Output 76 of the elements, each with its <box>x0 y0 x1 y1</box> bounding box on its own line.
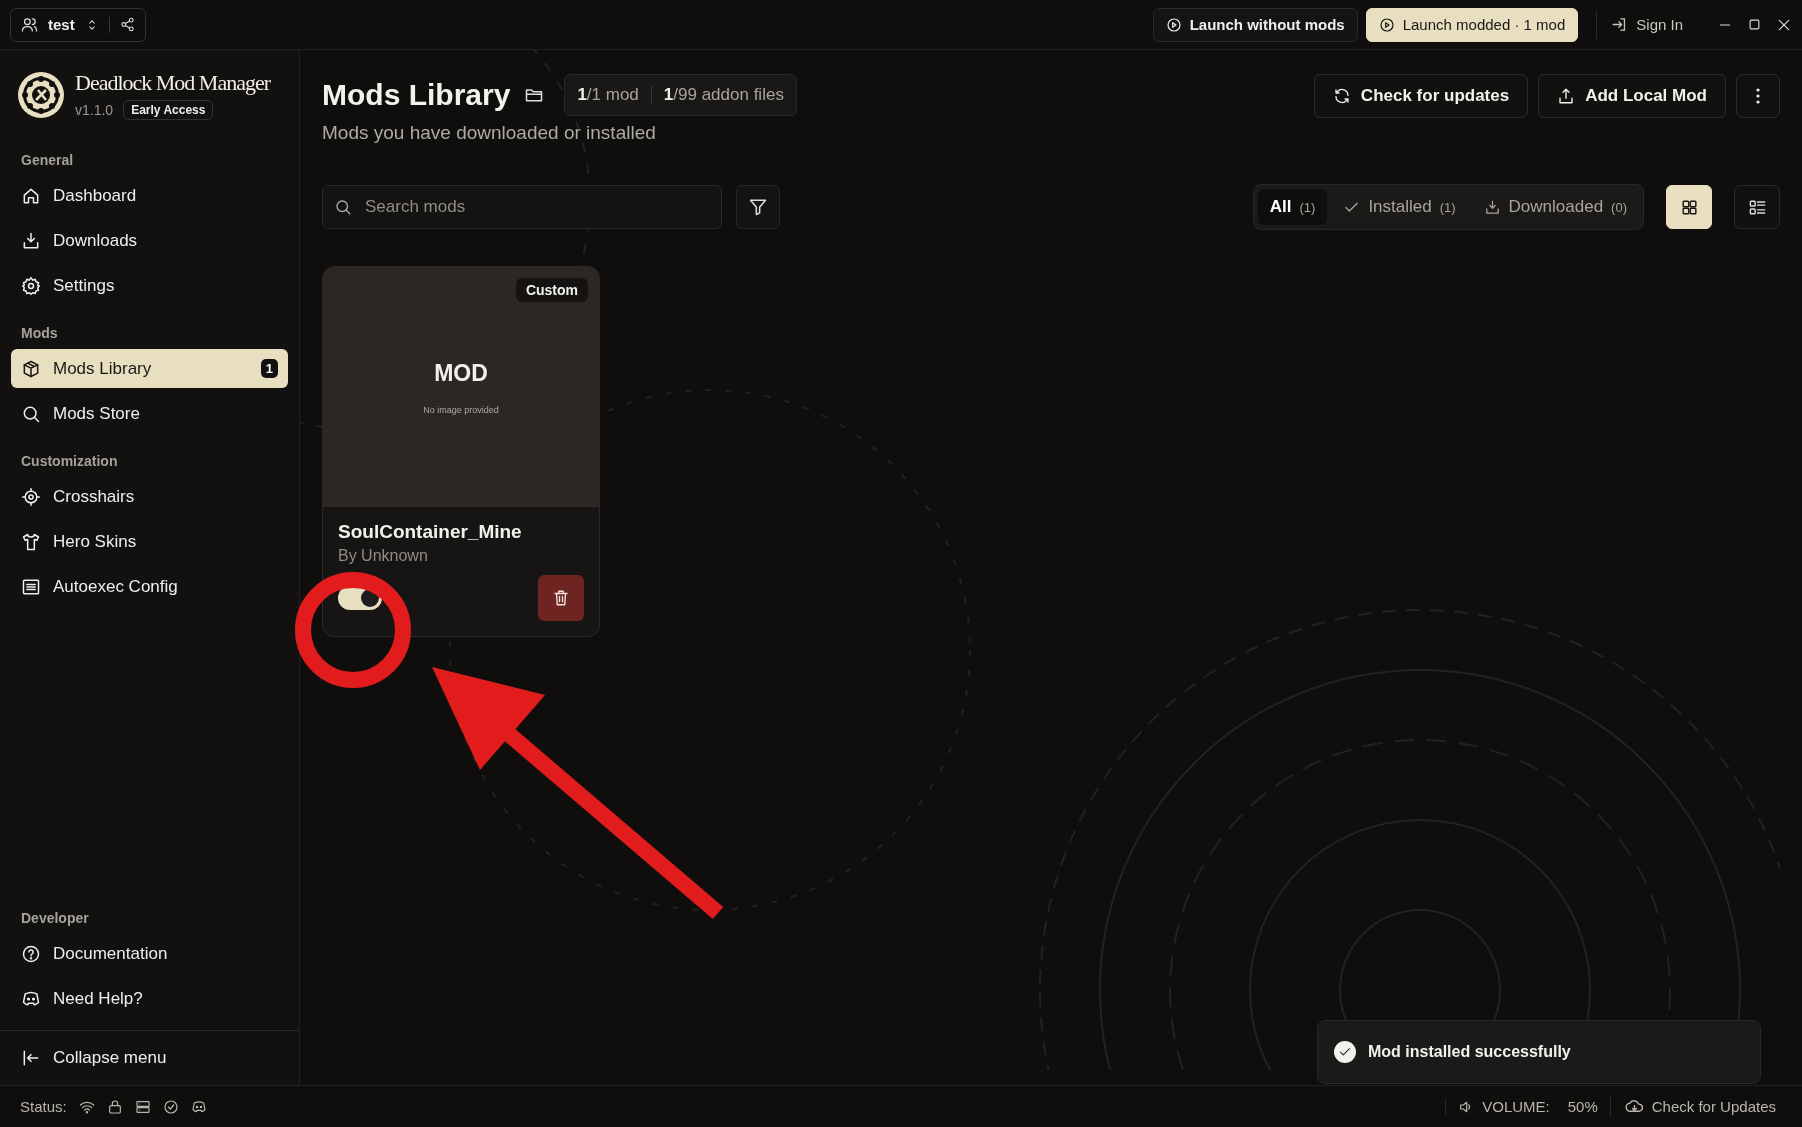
placeholder-note: No image provided <box>423 404 499 415</box>
filter-count: (1) <box>1439 199 1456 215</box>
version-label: v1.1.0 <box>75 102 114 118</box>
section-heading: Customization <box>20 452 119 471</box>
filter-icon <box>748 197 768 217</box>
custom-tag: Custom <box>515 278 588 302</box>
refresh-icon <box>1332 87 1351 105</box>
crosshair-icon <box>21 486 41 507</box>
check-updates-button[interactable]: Check for updates <box>1313 74 1529 118</box>
profile-selector[interactable]: test <box>10 7 146 42</box>
filter-button[interactable] <box>736 185 780 229</box>
volume-value: 50% <box>1567 1098 1598 1115</box>
play-icon <box>1165 16 1182 33</box>
delete-button[interactable] <box>538 575 584 621</box>
sidebar-item[interactable]: Autoexec Config <box>11 567 288 606</box>
launch-button[interactable]: Launch without mods <box>1152 7 1358 42</box>
check-circle-icon <box>162 1098 179 1115</box>
page-subtitle: Mods you have downloaded or installed <box>322 122 657 144</box>
mod-author: By Unknown <box>338 547 429 565</box>
filter-tab[interactable]: Installed (1) <box>1331 189 1468 225</box>
sidebar-item[interactable]: Need Help? <box>11 979 288 1018</box>
collapse-icon <box>21 1048 41 1068</box>
placeholder-title: MOD <box>434 359 488 387</box>
mod-name: SoulContainer_Mine <box>338 521 523 543</box>
sidebar-item[interactable]: Downloads <box>11 221 288 260</box>
check-updates-link[interactable]: Check for Updates <box>1609 1096 1782 1117</box>
grid-view-button[interactable] <box>1666 185 1712 229</box>
toast-message: Mod installed successfully <box>1368 1043 1571 1061</box>
list-view-icon <box>1747 197 1767 217</box>
sidebar-item[interactable]: Dashboard <box>11 176 288 215</box>
grid-icon <box>1679 197 1699 217</box>
users-icon <box>21 16 38 33</box>
add-local-mod-button[interactable]: Add Local Mod <box>1538 74 1726 118</box>
help-icon <box>21 943 41 964</box>
sidebar-item[interactable]: Documentation <box>11 934 288 973</box>
menu-icon <box>1756 88 1760 104</box>
download-icon <box>21 230 41 251</box>
search-field[interactable]: Search mods <box>322 185 722 229</box>
box-icon <box>21 358 41 379</box>
sidebar-item[interactable]: Mods Library 1 <box>11 349 288 388</box>
stat-label: 1/1 mod <box>577 85 639 105</box>
section-heading: Mods <box>20 324 59 343</box>
list-view-button[interactable] <box>1734 185 1780 229</box>
sign-in-button[interactable]: Sign In <box>1596 10 1697 39</box>
section-heading: General <box>20 151 75 170</box>
profile-name: test <box>48 16 75 33</box>
status-label: Status: <box>20 1098 67 1115</box>
early-access-badge: Early Access <box>123 100 214 120</box>
settings-icon <box>21 275 41 296</box>
sidebar-item[interactable]: Crosshairs <box>11 477 288 516</box>
filter-count: (1) <box>1299 199 1316 215</box>
launch-button[interactable]: Launch modded · 1 mod <box>1365 7 1579 42</box>
filter-tab[interactable]: Downloaded (0) <box>1471 189 1639 225</box>
maximize-icon[interactable] <box>1747 16 1762 32</box>
filter-count: (0) <box>1611 199 1627 215</box>
share-icon[interactable] <box>119 17 135 32</box>
app-name: Deadlock Mod Manager <box>75 70 271 96</box>
play-icon <box>1378 16 1395 33</box>
sidebar-item[interactable]: Settings <box>11 266 288 305</box>
controller-icon <box>190 1098 207 1115</box>
lock-icon <box>106 1098 123 1115</box>
server-icon <box>134 1098 151 1115</box>
filter-tab[interactable]: All (1) <box>1257 189 1328 225</box>
count-badge: 1 <box>260 359 278 378</box>
gear-logo-icon <box>17 71 65 119</box>
sidebar-item[interactable]: Mods Store <box>11 394 288 433</box>
upload-icon <box>1557 87 1576 105</box>
download-icon <box>1483 198 1501 216</box>
trash-icon <box>552 589 570 607</box>
search-icon <box>334 198 352 216</box>
page-title: Mods Library <box>322 78 511 112</box>
sidebar-item[interactable]: Hero Skins <box>11 522 288 561</box>
volume-label: VOLUME: <box>1482 1098 1550 1115</box>
shirt-icon <box>21 531 41 552</box>
section-heading: Developer <box>20 909 90 928</box>
stat-label: 1/99 addon files <box>663 85 784 105</box>
